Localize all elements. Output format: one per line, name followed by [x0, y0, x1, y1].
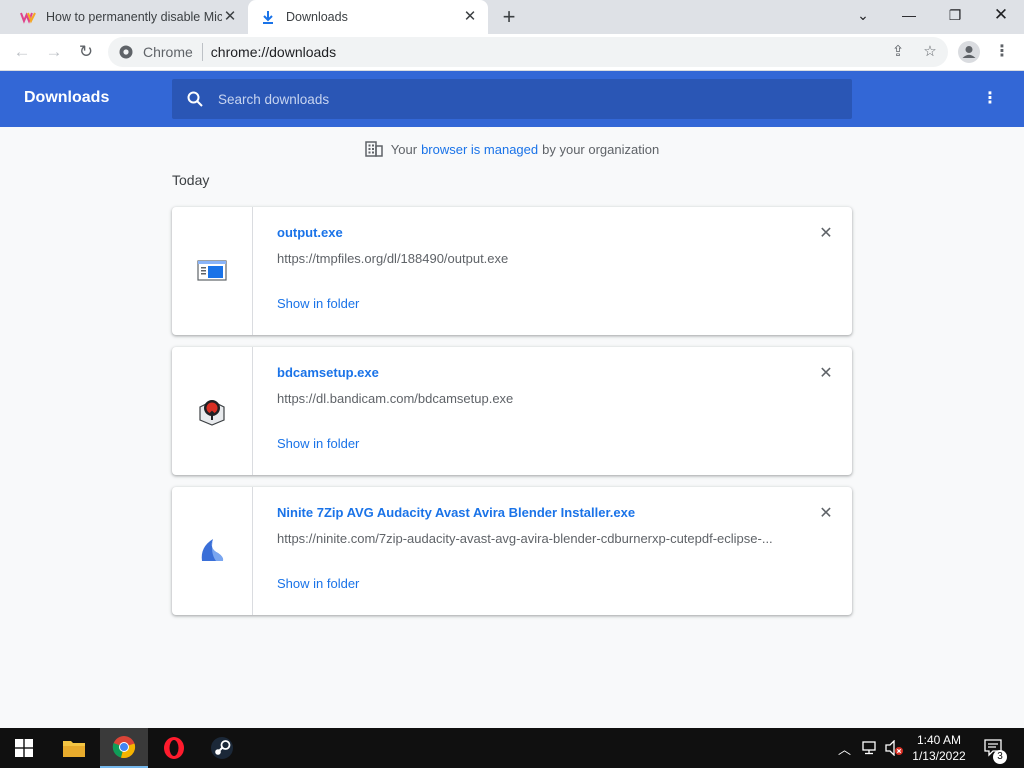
icon-column	[172, 207, 253, 335]
managed-prefix: Your	[390, 141, 418, 157]
clock-time: 1:40 AM	[916, 733, 962, 747]
file-url: https://ninite.com/7zip-audacity-avast-a…	[277, 531, 773, 546]
steam-logo-icon	[211, 737, 233, 759]
file-name-link[interactable]: bdcamsetup.exe	[277, 365, 379, 380]
file-url: https://dl.bandicam.com/bdcamsetup.exe	[277, 391, 514, 406]
windows-logo-icon	[15, 739, 33, 757]
opera-logo-icon	[164, 737, 184, 759]
new-tab-button[interactable]: +	[498, 6, 520, 28]
back-arrow-icon[interactable]: ←	[10, 40, 34, 64]
taskbar-chrome[interactable]	[100, 728, 148, 768]
chrome-logo-icon	[119, 45, 133, 59]
icon-column	[172, 487, 253, 615]
remove-icon[interactable]: ✕	[816, 364, 836, 384]
tab-disable-article[interactable]: How to permanently disable Mic ✕	[8, 0, 248, 34]
managed-notice: Your browser is managed by your organiza…	[0, 138, 1024, 160]
url-text[interactable]: chrome://downloads	[211, 44, 336, 60]
page-title: Downloads	[24, 89, 110, 106]
minimize-icon[interactable]: —	[886, 0, 932, 30]
download-card: Ninite 7Zip AVG Audacity Avast Avira Ble…	[172, 487, 852, 615]
w-logo-icon	[20, 12, 36, 24]
remove-icon[interactable]: ✕	[816, 504, 836, 524]
ninite-icon	[201, 539, 224, 561]
windows-taskbar: ︿ 1:40 AM 1/13/2022 3	[0, 728, 1024, 768]
network-icon[interactable]	[862, 728, 880, 768]
chrome-logo-icon	[112, 736, 136, 759]
show-in-folder-link[interactable]: Show in folder	[277, 576, 359, 591]
tab-strip: How to permanently disable Mic ✕ Downloa…	[0, 0, 1024, 34]
tab-title: How to permanently disable Mic	[46, 10, 222, 24]
chevron-up-icon: ︿	[838, 741, 852, 757]
building-icon	[365, 141, 383, 157]
file-name-link[interactable]: output.exe	[277, 225, 343, 240]
window-app-icon	[197, 260, 227, 281]
volume-muted-icon[interactable]	[884, 728, 904, 768]
browser-managed-link[interactable]: browser is managed	[421, 142, 538, 157]
search-input[interactable]	[218, 91, 818, 107]
download-card: bdcamsetup.exe https://dl.bandicam.com/b…	[172, 347, 852, 475]
address-bar[interactable]: Chrome chrome://downloads ⇪ ☆	[108, 37, 948, 67]
speaker-muted-icon	[885, 740, 903, 756]
start-button[interactable]	[0, 728, 48, 768]
bookmark-star-icon[interactable]: ☆	[920, 42, 940, 62]
search-box[interactable]	[172, 79, 852, 119]
restore-icon[interactable]: ❐	[932, 0, 978, 30]
system-clock[interactable]: 1:40 AM 1/13/2022	[904, 732, 974, 764]
browser-toolbar: ← → ↻ Chrome chrome://downloads ⇪ ☆ ⋮	[0, 34, 1024, 71]
forward-arrow-icon[interactable]: →	[42, 40, 66, 64]
date-section-label: Today	[172, 172, 210, 188]
remove-icon[interactable]: ✕	[816, 224, 836, 244]
network-monitor-icon	[862, 741, 876, 755]
more-actions-icon[interactable]: ⋮	[980, 87, 1000, 111]
share-icon[interactable]: ⇪	[888, 42, 908, 62]
tab-search-chevron-icon[interactable]: ⌄	[840, 0, 886, 30]
show-hidden-icons[interactable]: ︿	[838, 728, 851, 768]
show-in-folder-link[interactable]: Show in folder	[277, 436, 359, 451]
notification-count-badge: 3	[993, 750, 1007, 764]
person-icon	[962, 46, 976, 58]
file-name-link[interactable]: Ninite 7Zip AVG Audacity Avast Avira Ble…	[277, 505, 635, 520]
folder-icon	[63, 741, 85, 757]
close-icon[interactable]: ✕	[222, 9, 238, 25]
site-label: Chrome	[143, 44, 193, 60]
reload-icon[interactable]: ↻	[74, 40, 98, 64]
tab-title: Downloads	[286, 10, 348, 24]
managed-suffix: by your organization	[542, 141, 660, 157]
download-card: output.exe https://tmpfiles.org/dl/18849…	[172, 207, 852, 335]
taskbar-opera[interactable]	[150, 728, 198, 768]
downloads-header: Downloads ⋮	[0, 71, 1024, 127]
action-center-button[interactable]: 3	[984, 728, 1007, 768]
taskbar-steam[interactable]	[198, 728, 246, 768]
chrome-menu-icon[interactable]: ⋮	[992, 40, 1012, 64]
profile-avatar[interactable]	[958, 41, 980, 63]
show-in-folder-link[interactable]: Show in folder	[277, 296, 359, 311]
bandicam-icon	[199, 400, 225, 426]
taskbar-file-explorer[interactable]	[50, 728, 98, 768]
file-url: https://tmpfiles.org/dl/188490/output.ex…	[277, 251, 509, 266]
search-icon	[187, 91, 203, 107]
window-close-icon[interactable]: ✕	[978, 0, 1024, 30]
tab-downloads[interactable]: Downloads ✕	[248, 0, 488, 34]
icon-column	[172, 347, 253, 475]
divider	[201, 43, 203, 61]
download-icon	[263, 11, 273, 24]
close-icon[interactable]: ✕	[462, 9, 478, 25]
clock-date: 1/13/2022	[912, 749, 966, 763]
